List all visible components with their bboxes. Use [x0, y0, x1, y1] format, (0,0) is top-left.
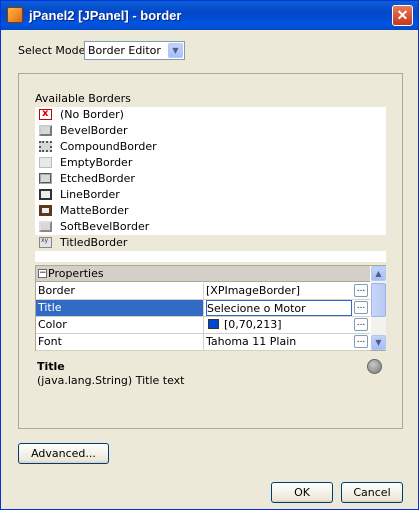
advanced-button[interactable]: Advanced...: [18, 443, 109, 464]
border-item-label: EtchedBorder: [60, 172, 135, 185]
border-item-compound[interactable]: CompoundBorder: [35, 139, 386, 155]
border-item-label: BevelBorder: [60, 124, 128, 137]
property-editor-button[interactable]: ...: [354, 284, 368, 297]
app-icon: [7, 7, 23, 23]
property-description-text: (java.lang.String) Title text: [37, 374, 185, 387]
properties-header-label: Properties: [48, 267, 104, 280]
property-description-title: Title: [37, 360, 65, 373]
ok-button[interactable]: OK: [271, 482, 333, 503]
property-editor-button[interactable]: ...: [354, 318, 368, 331]
property-editor-button[interactable]: ...: [354, 335, 368, 348]
title-value-input[interactable]: Selecione o Motor: [206, 300, 352, 316]
bevel-border-icon: [39, 125, 52, 136]
line-border-icon: [39, 189, 52, 200]
empty-border-icon: [39, 157, 52, 168]
border-item-soft-bevel[interactable]: SoftBevelBorder: [35, 219, 386, 235]
border-item-empty[interactable]: EmptyBorder: [35, 155, 386, 171]
border-item-bevel[interactable]: BevelBorder: [35, 123, 386, 139]
properties-scrollbar[interactable]: ▲ ▼: [371, 266, 386, 350]
select-mode-label: Select Mode:: [18, 44, 90, 57]
property-name: Color: [36, 317, 204, 333]
border-item-etched[interactable]: EtchedBorder: [35, 171, 386, 187]
property-row-border[interactable]: Border [XPImageBorder] ...: [36, 283, 370, 300]
property-name: Title: [36, 300, 204, 316]
select-mode-dropdown[interactable]: Border Editor ▼: [84, 41, 185, 60]
scroll-thumb[interactable]: [371, 283, 386, 317]
border-item-line[interactable]: LineBorder: [35, 187, 386, 203]
color-value-text: [0,70,213]: [224, 318, 282, 331]
help-icon[interactable]: [367, 359, 382, 374]
border-editor-dialog: jPanel2 [JPanel] - border ✕ Select Mode:…: [0, 0, 419, 510]
property-row-font[interactable]: Font Tahoma 11 Plain ...: [36, 334, 370, 351]
border-item-matte[interactable]: MatteBorder: [35, 203, 386, 219]
border-item-label: EmptyBorder: [60, 156, 133, 169]
cancel-button[interactable]: Cancel: [341, 482, 403, 503]
window-title: jPanel2 [JPanel] - border: [29, 8, 182, 23]
available-borders-label: Available Borders: [35, 92, 131, 105]
collapse-icon[interactable]: −: [38, 269, 47, 278]
etched-border-icon: [39, 173, 52, 184]
scroll-up-icon[interactable]: ▲: [371, 266, 386, 281]
border-item-label: TitledBorder: [60, 236, 128, 249]
color-swatch: [208, 319, 219, 329]
border-item-no-border[interactable]: (No Border): [35, 106, 386, 123]
border-item-label: CompoundBorder: [60, 140, 157, 153]
property-value[interactable]: [0,70,213]: [206, 317, 352, 333]
available-borders-list[interactable]: (No Border) BevelBorder CompoundBorder E…: [35, 106, 386, 262]
border-item-label: LineBorder: [60, 188, 120, 201]
property-row-color[interactable]: Color [0,70,213] ...: [36, 317, 370, 334]
compound-border-icon: [39, 141, 52, 152]
property-name: Font: [36, 334, 204, 350]
border-item-titled[interactable]: TitledBorder: [35, 233, 386, 251]
property-value[interactable]: [XPImageBorder]: [206, 283, 352, 299]
border-item-label: (No Border): [60, 108, 124, 121]
chevron-down-icon[interactable]: ▼: [168, 43, 183, 58]
title-bar[interactable]: jPanel2 [JPanel] - border ✕: [1, 1, 418, 30]
border-item-label: SoftBevelBorder: [60, 220, 150, 233]
close-button[interactable]: ✕: [392, 5, 413, 26]
property-sheet: − Properties Border [XPImageBorder] ... …: [35, 265, 386, 351]
scroll-down-icon[interactable]: ▼: [371, 335, 386, 350]
property-row-title[interactable]: Title Selecione o Motor ...: [36, 300, 370, 317]
properties-section-header[interactable]: − Properties: [36, 266, 370, 282]
no-border-icon: [39, 106, 52, 122]
property-name: Border: [36, 283, 204, 299]
soft-bevel-border-icon: [39, 221, 52, 232]
border-item-label: MatteBorder: [60, 204, 129, 217]
property-value[interactable]: Tahoma 11 Plain: [206, 334, 352, 350]
select-mode-value: Border Editor: [88, 44, 161, 57]
matte-border-icon: [39, 205, 52, 216]
titled-border-icon: [39, 233, 52, 249]
property-editor-button[interactable]: ...: [354, 301, 368, 314]
